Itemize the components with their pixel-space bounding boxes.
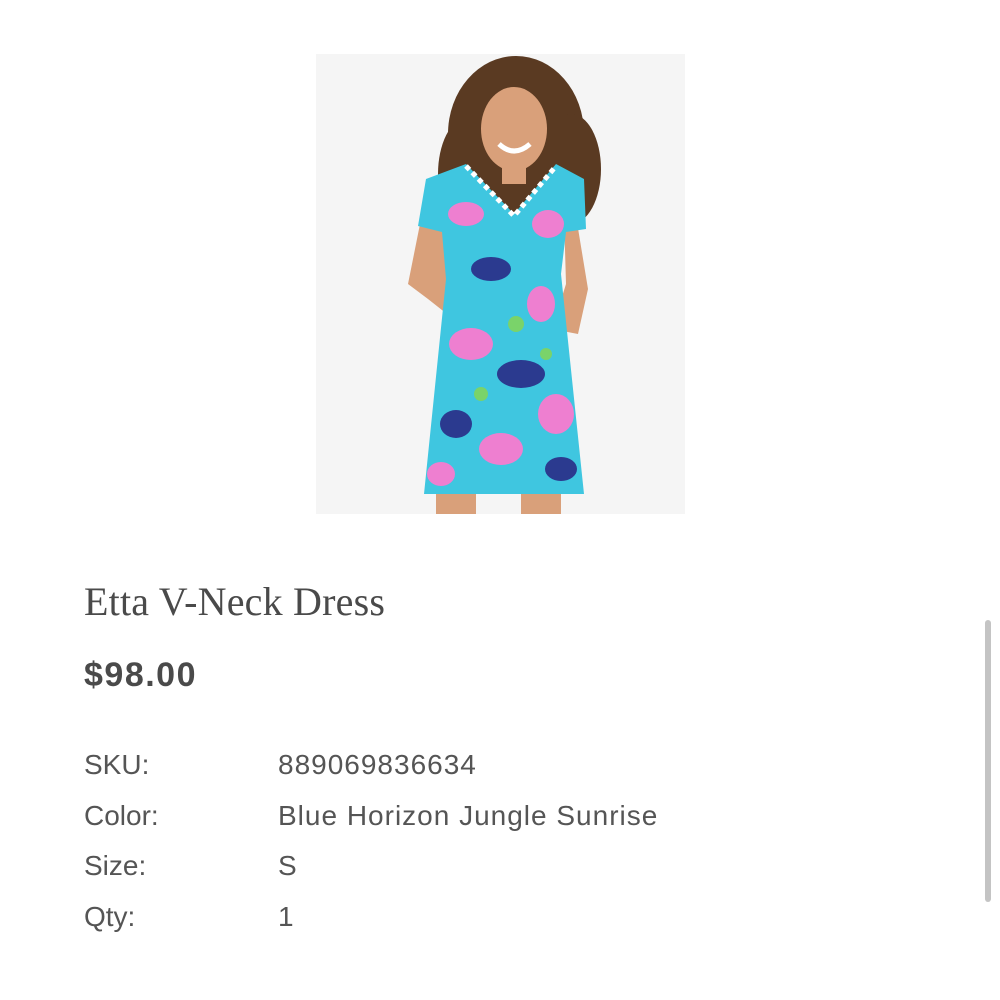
qty-label: Qty: [84, 901, 136, 932]
product-price: $98.00 [84, 656, 197, 694]
sku-label: SKU: [84, 749, 150, 780]
color-value: Blue Horizon Jungle Sunrise [278, 800, 659, 831]
detail-row-color: Color: Blue Horizon Jungle Sunrise [84, 800, 884, 840]
sku-value: 889069836634 [278, 749, 477, 780]
dress-photo-icon [316, 54, 685, 514]
color-label: Color: [84, 800, 159, 831]
detail-row-sku: SKU: 889069836634 [84, 749, 884, 789]
qty-value: 1 [278, 901, 295, 932]
detail-row-size: Size: S [84, 850, 884, 890]
product-title: Etta V-Neck Dress [84, 579, 386, 624]
size-value: S [278, 850, 298, 881]
size-label: Size: [84, 850, 147, 881]
detail-row-qty: Qty: 1 [84, 901, 884, 941]
product-image[interactable] [316, 54, 685, 514]
scrollbar[interactable] [985, 620, 991, 902]
